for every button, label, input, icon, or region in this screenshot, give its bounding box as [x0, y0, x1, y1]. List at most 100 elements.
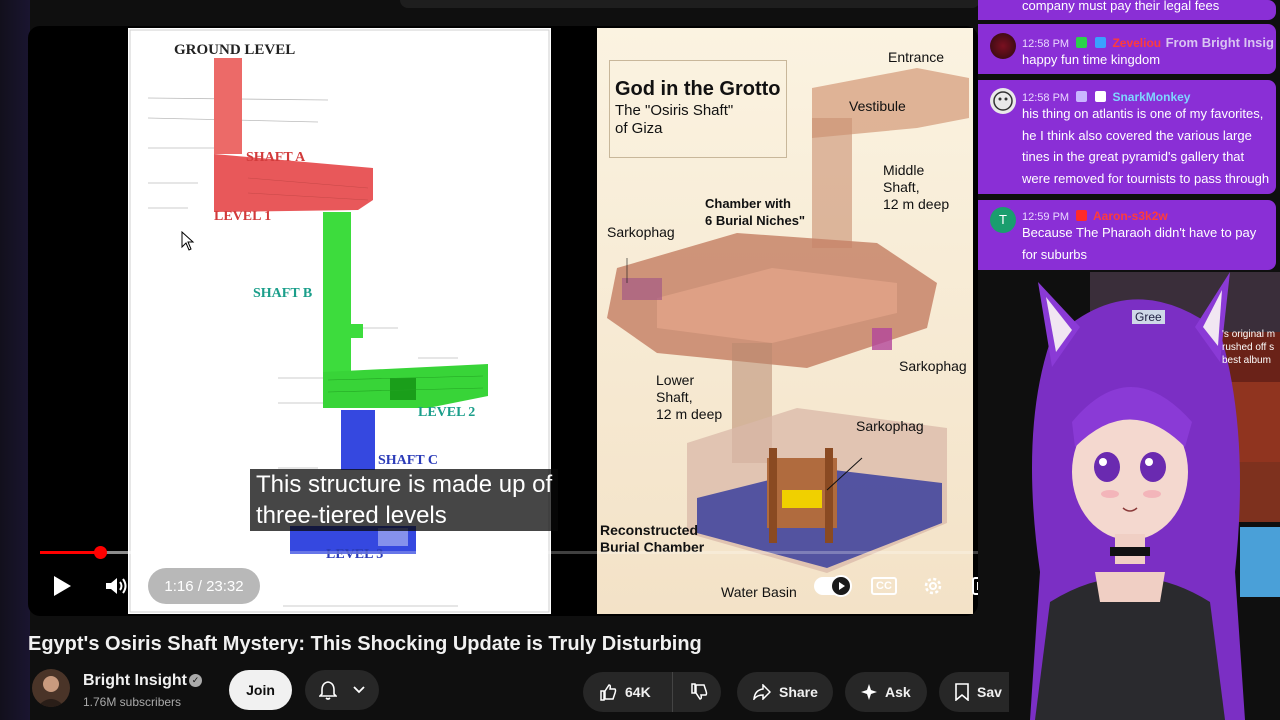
autoplay-knob: [830, 575, 852, 597]
theater-icon: [972, 577, 978, 595]
grotto-subtitle-line2: of Giza: [615, 120, 663, 137]
join-button[interactable]: Join: [229, 670, 292, 710]
chat-message: 12:58 PM SnarkMonkey his thing on atlant…: [978, 80, 1276, 194]
vtuber-overlay: Gree 's original m rushed off s best alb…: [1010, 272, 1280, 720]
shaft-a-label: SHAFT A: [246, 150, 306, 165]
vestibule-label: Vestibule: [849, 98, 906, 114]
chat-line: were removed for tournists to pass throu…: [1022, 170, 1270, 186]
chat-message-text: company must pay their legal fees: [1022, 0, 1220, 13]
middle-shaft-line3: 12 m deep: [883, 196, 950, 212]
like-count: 64K: [625, 684, 651, 700]
side-text: 's original m rushed off s best album: [1222, 328, 1275, 367]
chat-line: for suburbs: [1022, 246, 1088, 262]
chat-avatar-monkey: [990, 88, 1016, 114]
progress-played: [40, 551, 100, 554]
chat-username[interactable]: SnarkMonkey: [1112, 90, 1190, 104]
ground-level-label: GROUND LEVEL: [174, 42, 296, 58]
badge-icon: [1075, 37, 1087, 49]
play-icon: [54, 576, 71, 596]
autoplay-toggle[interactable]: [814, 575, 852, 597]
lower-shaft-label: Lower Shaft, 12 m deep: [656, 372, 722, 423]
bookmark-icon: [955, 683, 969, 701]
side-text-line: rushed off s: [1222, 342, 1275, 353]
level-1-label: LEVEL 1: [214, 209, 272, 224]
chevron-down-icon: [353, 686, 365, 694]
video-player[interactable]: GROUND LEVEL SHAFT A LEVEL 1 SHAFT B LEV…: [28, 26, 978, 616]
scrubber-handle[interactable]: [94, 546, 107, 559]
share-icon: [753, 684, 771, 700]
chamber-line1: Chamber with: [705, 196, 791, 211]
caption-line-2: three-tiered levels: [256, 502, 447, 529]
lower-shaft-line2: Shaft,: [656, 389, 693, 405]
sarkophag-label-1: Sarkophag: [607, 224, 675, 240]
badge-icon: [1075, 91, 1087, 103]
lower-shaft-line3: 12 m deep: [656, 406, 723, 422]
chat-username[interactable]: Zeveliou: [1112, 36, 1161, 50]
reconstructed-line1: Reconstructed: [600, 522, 699, 538]
chat-overlay-text: From Bright Insig: [1165, 35, 1274, 50]
autoplay-play-icon: [839, 582, 845, 590]
chat-message: T 12:59 PM Aaron-s3k2w Because The Phara…: [978, 200, 1276, 270]
settings-button[interactable]: [920, 573, 946, 599]
video-title: Egypt's Osiris Shaft Mystery: This Shock…: [28, 633, 702, 655]
thumbs-down-icon: [691, 683, 708, 700]
chat-avatar: [990, 33, 1016, 59]
gear-icon: [924, 577, 942, 595]
channel-avatar-image: [37, 676, 65, 707]
caption-line-1: This structure is made up of: [256, 471, 553, 498]
theater-mode-button[interactable]: [971, 574, 978, 598]
time-display: 1:16 / 23:32: [148, 568, 260, 604]
top-shadow: [400, 0, 980, 8]
entrance-label: Entrance: [888, 49, 945, 65]
chat-line: he I think also covered the various larg…: [1022, 127, 1252, 143]
channel-name[interactable]: Bright Insight: [83, 672, 187, 690]
badge-icon: [1075, 210, 1087, 222]
sparkle-icon: [861, 684, 877, 700]
like-dislike-group: 64K: [583, 672, 721, 712]
level-2-label: LEVEL 2: [418, 405, 476, 420]
water-basin-label: Water Basin: [721, 584, 797, 600]
middle-shaft-line2: Shaft,: [883, 179, 920, 195]
captions-button[interactable]: CC: [871, 575, 897, 597]
play-button[interactable]: [48, 572, 76, 600]
volume-button[interactable]: [102, 572, 132, 600]
subscriber-count: 1.76M subscribers: [83, 695, 182, 709]
cc-icon: CC: [871, 577, 897, 595]
chat-username[interactable]: Aaron-s3k2w: [1093, 209, 1168, 223]
background-strip: [0, 0, 30, 720]
ask-button[interactable]: Ask: [845, 672, 927, 712]
middle-shaft-label: Middle Shaft, 12 m deep: [883, 162, 949, 213]
grotto-diagram: God in the Grotto The "Osiris Shaft" of …: [597, 28, 973, 614]
chat-line: his thing on atlantis is one of my favor…: [1022, 106, 1264, 121]
verified-badge-icon: ✓: [189, 674, 202, 687]
chat-overlay: company must pay their legal fees 12:58 …: [978, 0, 1280, 272]
volume-icon: [106, 578, 127, 594]
monkey-icon: [993, 91, 1013, 111]
lower-shaft-line1: Lower: [656, 372, 695, 388]
badge-icon: [1095, 37, 1106, 49]
like-button[interactable]: 64K: [583, 672, 673, 712]
share-button[interactable]: Share: [737, 672, 833, 712]
save-button[interactable]: Sav: [939, 672, 1009, 712]
channel-avatar[interactable]: [32, 669, 70, 707]
grotto-subtitle-line1: The "Osiris Shaft": [615, 102, 734, 119]
mouse-cursor-icon: [181, 231, 195, 251]
save-label: Sav: [977, 684, 1002, 700]
subscribed-notification-button[interactable]: [305, 670, 379, 710]
chamber-label: Chamber with 6 Burial Niches": [705, 195, 805, 229]
sarkophag-label-3: Sarkophag: [856, 418, 924, 434]
overlay-tag: Gree: [1132, 310, 1165, 324]
grotto-subtitle: The "Osiris Shaft" of Giza: [615, 102, 733, 138]
side-text-line: best album: [1222, 355, 1271, 366]
chat-message-text: happy fun time kingdom: [1022, 52, 1161, 67]
progress-bar[interactable]: [40, 546, 978, 559]
chat-message-text: Because The Pharaoh didn't have to pay f…: [1022, 222, 1256, 265]
chat-avatar: T: [990, 207, 1016, 233]
sarkophag-label-2: Sarkophag: [899, 358, 967, 374]
chat-line: Because The Pharaoh didn't have to pay: [1022, 225, 1257, 240]
chat-message: 12:58 PM Zeveliou From Bright Insig happ…: [978, 24, 1276, 74]
captions-box: This structure is made up of three-tiere…: [250, 469, 559, 531]
level-3-label: LEVEL 3: [326, 547, 384, 562]
chat-line: tines in the great pyramid's gallery tha…: [1022, 149, 1245, 164]
dislike-button[interactable]: [679, 672, 719, 712]
